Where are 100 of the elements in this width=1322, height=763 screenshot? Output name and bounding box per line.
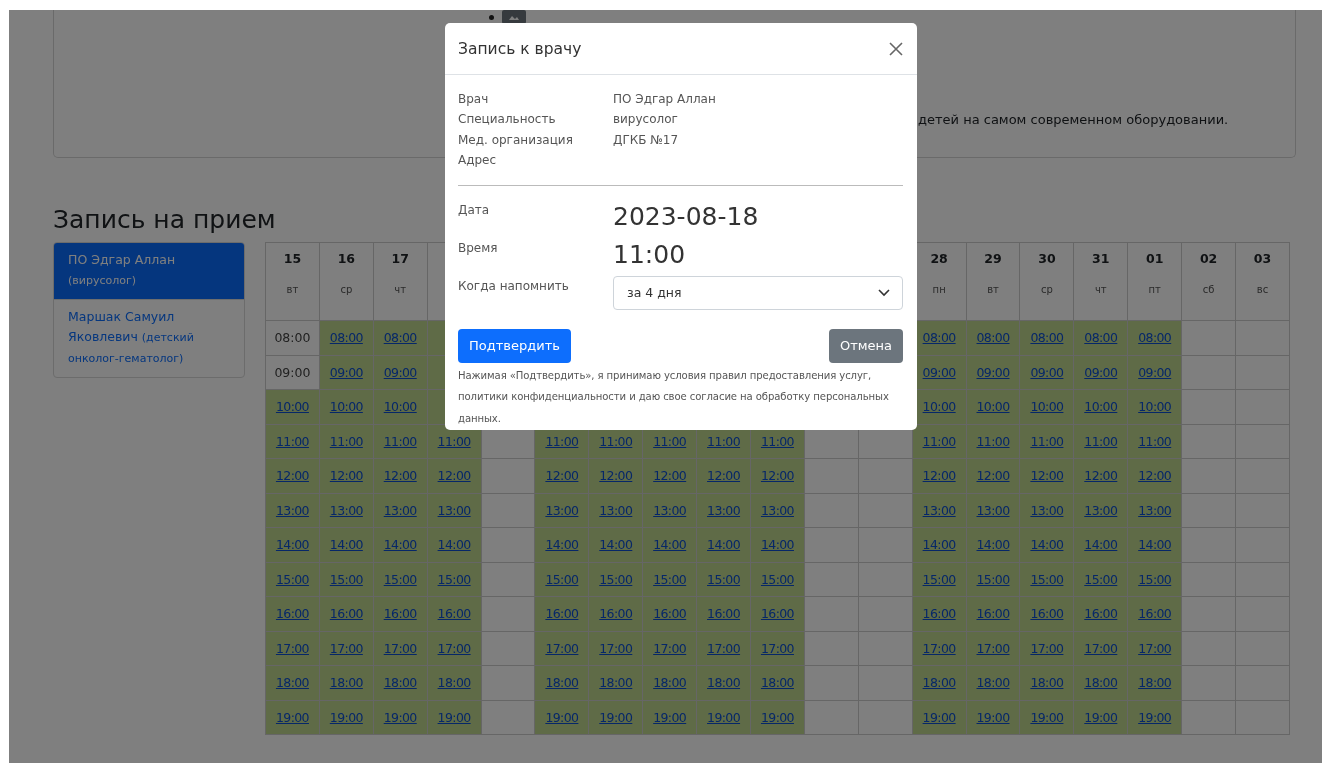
time-link[interactable]: 19:00 bbox=[599, 709, 633, 725]
time-link[interactable]: 16:00 bbox=[760, 606, 794, 622]
time-link[interactable]: 10:00 bbox=[922, 399, 956, 415]
time-link[interactable]: 10:00 bbox=[1030, 399, 1064, 415]
time-link[interactable]: 16:00 bbox=[653, 606, 687, 622]
time-link[interactable]: 14:00 bbox=[653, 537, 687, 553]
time-link[interactable]: 18:00 bbox=[383, 675, 417, 691]
time-link[interactable]: 16:00 bbox=[383, 606, 417, 622]
time-link[interactable]: 08:00 bbox=[976, 330, 1010, 346]
time-link[interactable]: 10:00 bbox=[275, 399, 309, 415]
time-link[interactable]: 17:00 bbox=[437, 640, 471, 656]
time-link[interactable]: 16:00 bbox=[922, 606, 956, 622]
time-link[interactable]: 12:00 bbox=[275, 468, 309, 484]
time-link[interactable]: 17:00 bbox=[1084, 640, 1118, 656]
time-link[interactable]: 14:00 bbox=[1138, 537, 1172, 553]
time-link[interactable]: 12:00 bbox=[437, 468, 471, 484]
time-link[interactable]: 13:00 bbox=[760, 502, 794, 518]
time-link[interactable]: 11:00 bbox=[599, 433, 633, 449]
time-link[interactable]: 11:00 bbox=[383, 433, 417, 449]
time-link[interactable]: 11:00 bbox=[1084, 433, 1118, 449]
time-link[interactable]: 09:00 bbox=[976, 364, 1010, 380]
time-link[interactable]: 11:00 bbox=[976, 433, 1010, 449]
time-link[interactable]: 08:00 bbox=[1084, 330, 1118, 346]
time-link[interactable]: 16:00 bbox=[437, 606, 471, 622]
time-link[interactable]: 18:00 bbox=[1138, 675, 1172, 691]
time-link[interactable]: 15:00 bbox=[653, 571, 687, 587]
time-link[interactable]: 14:00 bbox=[760, 537, 794, 553]
time-link[interactable]: 09:00 bbox=[1138, 364, 1172, 380]
time-link[interactable]: 18:00 bbox=[545, 675, 579, 691]
time-link[interactable]: 18:00 bbox=[329, 675, 363, 691]
time-link[interactable]: 13:00 bbox=[437, 502, 471, 518]
reminder-select[interactable]: за 4 дня bbox=[613, 275, 903, 310]
time-link[interactable]: 15:00 bbox=[437, 571, 471, 587]
time-link[interactable]: 15:00 bbox=[329, 571, 363, 587]
time-link[interactable]: 12:00 bbox=[1084, 468, 1118, 484]
time-link[interactable]: 11:00 bbox=[1138, 433, 1172, 449]
time-link[interactable]: 14:00 bbox=[707, 537, 741, 553]
time-link[interactable]: 16:00 bbox=[976, 606, 1010, 622]
time-link[interactable]: 10:00 bbox=[1084, 399, 1118, 415]
time-link[interactable]: 15:00 bbox=[976, 571, 1010, 587]
time-link[interactable]: 19:00 bbox=[275, 709, 309, 725]
time-link[interactable]: 11:00 bbox=[922, 433, 956, 449]
time-link[interactable]: 14:00 bbox=[922, 537, 956, 553]
time-link[interactable]: 12:00 bbox=[1138, 468, 1172, 484]
time-link[interactable]: 18:00 bbox=[707, 675, 741, 691]
time-link[interactable]: 11:00 bbox=[760, 433, 794, 449]
time-link[interactable]: 15:00 bbox=[1030, 571, 1064, 587]
time-link[interactable]: 17:00 bbox=[545, 640, 579, 656]
time-link[interactable]: 15:00 bbox=[707, 571, 741, 587]
time-link[interactable]: 09:00 bbox=[329, 364, 363, 380]
time-link[interactable]: 13:00 bbox=[275, 502, 309, 518]
time-link[interactable]: 09:00 bbox=[1030, 364, 1064, 380]
time-link[interactable]: 11:00 bbox=[1030, 433, 1064, 449]
time-link[interactable]: 17:00 bbox=[976, 640, 1010, 656]
time-link[interactable]: 12:00 bbox=[599, 468, 633, 484]
time-link[interactable]: 12:00 bbox=[922, 468, 956, 484]
time-link[interactable]: 13:00 bbox=[1084, 502, 1118, 518]
time-link[interactable]: 13:00 bbox=[707, 502, 741, 518]
time-link[interactable]: 13:00 bbox=[383, 502, 417, 518]
time-link[interactable]: 15:00 bbox=[383, 571, 417, 587]
time-link[interactable]: 19:00 bbox=[1138, 709, 1172, 725]
time-link[interactable]: 15:00 bbox=[545, 571, 579, 587]
time-link[interactable]: 12:00 bbox=[707, 468, 741, 484]
time-link[interactable]: 17:00 bbox=[653, 640, 687, 656]
time-link[interactable]: 17:00 bbox=[1030, 640, 1064, 656]
time-link[interactable]: 18:00 bbox=[976, 675, 1010, 691]
time-link[interactable]: 16:00 bbox=[1030, 606, 1064, 622]
time-link[interactable]: 13:00 bbox=[545, 502, 579, 518]
time-link[interactable]: 11:00 bbox=[545, 433, 579, 449]
time-link[interactable]: 15:00 bbox=[599, 571, 633, 587]
time-link[interactable]: 13:00 bbox=[599, 502, 633, 518]
time-link[interactable]: 14:00 bbox=[599, 537, 633, 553]
time-link[interactable]: 11:00 bbox=[707, 433, 741, 449]
time-link[interactable]: 12:00 bbox=[545, 468, 579, 484]
time-link[interactable]: 14:00 bbox=[329, 537, 363, 553]
time-link[interactable]: 09:00 bbox=[383, 364, 417, 380]
time-link[interactable]: 17:00 bbox=[707, 640, 741, 656]
time-link[interactable]: 15:00 bbox=[1138, 571, 1172, 587]
time-link[interactable]: 14:00 bbox=[1084, 537, 1118, 553]
time-link[interactable]: 10:00 bbox=[329, 399, 363, 415]
time-link[interactable]: 19:00 bbox=[922, 709, 956, 725]
time-link[interactable]: 19:00 bbox=[1030, 709, 1064, 725]
time-link[interactable]: 13:00 bbox=[976, 502, 1010, 518]
time-link[interactable]: 17:00 bbox=[599, 640, 633, 656]
time-link[interactable]: 11:00 bbox=[653, 433, 687, 449]
doctor-item[interactable]: Маршак Самуил Яковлевич (детский онколог-гематолог) bbox=[54, 299, 244, 377]
time-link[interactable]: 14:00 bbox=[545, 537, 579, 553]
time-link[interactable]: 12:00 bbox=[383, 468, 417, 484]
time-link[interactable]: 17:00 bbox=[329, 640, 363, 656]
time-link[interactable]: 15:00 bbox=[275, 571, 309, 587]
time-link[interactable]: 13:00 bbox=[1030, 502, 1064, 518]
time-link[interactable]: 13:00 bbox=[1138, 502, 1172, 518]
time-link[interactable]: 11:00 bbox=[275, 433, 309, 449]
time-link[interactable]: 15:00 bbox=[1084, 571, 1118, 587]
time-link[interactable]: 14:00 bbox=[437, 537, 471, 553]
confirm-button[interactable]: Подтвердить bbox=[458, 328, 571, 363]
time-link[interactable]: 18:00 bbox=[922, 675, 956, 691]
time-link[interactable]: 08:00 bbox=[1030, 330, 1064, 346]
time-link[interactable]: 19:00 bbox=[760, 709, 794, 725]
time-link[interactable]: 12:00 bbox=[760, 468, 794, 484]
